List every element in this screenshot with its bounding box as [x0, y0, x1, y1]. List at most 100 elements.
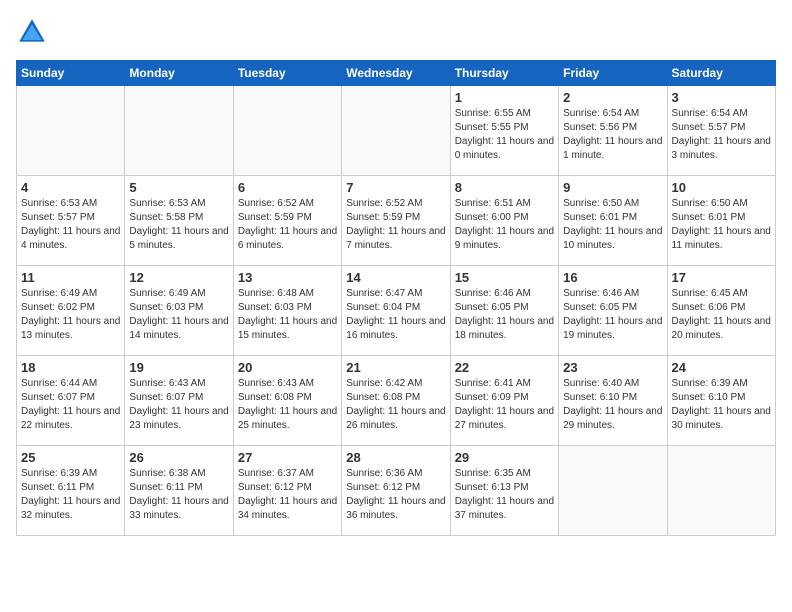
calendar-table: SundayMondayTuesdayWednesdayThursdayFrid…	[16, 60, 776, 536]
calendar-cell	[559, 446, 667, 536]
day-number: 1	[455, 90, 554, 105]
day-number: 14	[346, 270, 445, 285]
day-number: 3	[672, 90, 771, 105]
day-info: Sunrise: 6:48 AM Sunset: 6:03 PM Dayligh…	[238, 287, 337, 343]
day-number: 18	[21, 360, 120, 375]
day-info: Sunrise: 6:47 AM Sunset: 6:04 PM Dayligh…	[346, 287, 445, 343]
day-info: Sunrise: 6:39 AM Sunset: 6:10 PM Dayligh…	[672, 377, 771, 433]
calendar-header-row: SundayMondayTuesdayWednesdayThursdayFrid…	[17, 61, 776, 86]
day-info: Sunrise: 6:42 AM Sunset: 6:08 PM Dayligh…	[346, 377, 445, 433]
weekday-header: Saturday	[667, 61, 775, 86]
day-info: Sunrise: 6:54 AM Sunset: 5:56 PM Dayligh…	[563, 107, 662, 163]
calendar-cell: 26Sunrise: 6:38 AM Sunset: 6:11 PM Dayli…	[125, 446, 233, 536]
day-number: 8	[455, 180, 554, 195]
day-info: Sunrise: 6:39 AM Sunset: 6:11 PM Dayligh…	[21, 467, 120, 523]
day-number: 11	[21, 270, 120, 285]
calendar-cell: 20 Sunrise: 6:43 AM Sunset: 6:08 PM Dayli…	[233, 356, 341, 446]
day-number: 2	[563, 90, 662, 105]
day-info: Sunrise: 6:37 AM Sunset: 6:12 PM Dayligh…	[238, 467, 337, 523]
day-info: Sunrise: 6:40 AM Sunset: 6:10 PM Dayligh…	[563, 377, 662, 433]
day-info: Sunrise: 6:53 AM Sunset: 5:58 PM Dayligh…	[129, 197, 228, 253]
day-info: Sunrise: 6:54 AM Sunset: 5:57 PM Dayligh…	[672, 107, 771, 163]
day-info: Sunrise: 6:45 AM Sunset: 6:06 PM Dayligh…	[672, 287, 771, 343]
day-number: 9	[563, 180, 662, 195]
day-number: 20	[238, 360, 337, 375]
calendar-cell: 17Sunrise: 6:45 AM Sunset: 6:06 PM Dayli…	[667, 266, 775, 356]
calendar-cell: 5 Sunrise: 6:53 AM Sunset: 5:58 PM Daylig…	[125, 176, 233, 266]
day-number: 16	[563, 270, 662, 285]
calendar-cell: 14 Sunrise: 6:47 AM Sunset: 6:04 PM Dayli…	[342, 266, 450, 356]
day-number: 6	[238, 180, 337, 195]
day-number: 13	[238, 270, 337, 285]
day-number: 10	[672, 180, 771, 195]
day-info: Sunrise: 6:50 AM Sunset: 6:01 PM Dayligh…	[563, 197, 662, 253]
day-info: Sunrise: 6:49 AM Sunset: 6:03 PM Dayligh…	[129, 287, 228, 343]
calendar-cell: 10 Sunrise: 6:50 AM Sunset: 6:01 PM Dayli…	[667, 176, 775, 266]
calendar-cell: 13 Sunrise: 6:48 AM Sunset: 6:03 PM Dayli…	[233, 266, 341, 356]
day-info: Sunrise: 6:43 AM Sunset: 6:08 PM Dayligh…	[238, 377, 337, 433]
calendar-cell: 9 Sunrise: 6:50 AM Sunset: 6:01 PM Daylig…	[559, 176, 667, 266]
day-number: 29	[455, 450, 554, 465]
day-number: 27	[238, 450, 337, 465]
calendar-cell: 6 Sunrise: 6:52 AM Sunset: 5:59 PM Daylig…	[233, 176, 341, 266]
weekday-header: Monday	[125, 61, 233, 86]
day-number: 28	[346, 450, 445, 465]
page-header	[16, 16, 776, 48]
calendar-week-row: 4 Sunrise: 6:53 AM Sunset: 5:57 PM Daylig…	[17, 176, 776, 266]
day-number: 15	[455, 270, 554, 285]
day-info: Sunrise: 6:35 AM Sunset: 6:13 PM Dayligh…	[455, 467, 554, 523]
calendar-cell: 15 Sunrise: 6:46 AM Sunset: 6:05 PM Dayli…	[450, 266, 558, 356]
day-number: 22	[455, 360, 554, 375]
calendar-cell: 16 Sunrise: 6:46 AM Sunset: 6:05 PM Dayli…	[559, 266, 667, 356]
calendar-cell: 1 Sunrise: 6:55 AM Sunset: 5:55 PM Daylig…	[450, 86, 558, 176]
day-info: Sunrise: 6:52 AM Sunset: 5:59 PM Dayligh…	[238, 197, 337, 253]
calendar-cell: 27 Sunrise: 6:37 AM Sunset: 6:12 PM Dayli…	[233, 446, 341, 536]
day-info: Sunrise: 6:50 AM Sunset: 6:01 PM Dayligh…	[672, 197, 771, 253]
weekday-header: Wednesday	[342, 61, 450, 86]
calendar-cell: 24 Sunrise: 6:39 AM Sunset: 6:10 PM Dayli…	[667, 356, 775, 446]
calendar-cell	[125, 86, 233, 176]
day-info: Sunrise: 6:43 AM Sunset: 6:07 PM Dayligh…	[129, 377, 228, 433]
day-number: 5	[129, 180, 228, 195]
day-number: 23	[563, 360, 662, 375]
calendar-cell: 4 Sunrise: 6:53 AM Sunset: 5:57 PM Daylig…	[17, 176, 125, 266]
day-number: 4	[21, 180, 120, 195]
day-info: Sunrise: 6:51 AM Sunset: 6:00 PM Dayligh…	[455, 197, 554, 253]
calendar-cell: 2 Sunrise: 6:54 AM Sunset: 5:56 PM Daylig…	[559, 86, 667, 176]
calendar-week-row: 25 Sunrise: 6:39 AM Sunset: 6:11 PM Dayli…	[17, 446, 776, 536]
weekday-header: Sunday	[17, 61, 125, 86]
calendar-week-row: 18 Sunrise: 6:44 AM Sunset: 6:07 PM Dayli…	[17, 356, 776, 446]
day-info: Sunrise: 6:44 AM Sunset: 6:07 PM Dayligh…	[21, 377, 120, 433]
day-info: Sunrise: 6:52 AM Sunset: 5:59 PM Dayligh…	[346, 197, 445, 253]
calendar-cell: 25 Sunrise: 6:39 AM Sunset: 6:11 PM Dayli…	[17, 446, 125, 536]
calendar-cell: 3 Sunrise: 6:54 AM Sunset: 5:57 PM Daylig…	[667, 86, 775, 176]
day-info: Sunrise: 6:49 AM Sunset: 6:02 PM Dayligh…	[21, 287, 120, 343]
day-info: Sunrise: 6:46 AM Sunset: 6:05 PM Dayligh…	[455, 287, 554, 343]
day-info: Sunrise: 6:55 AM Sunset: 5:55 PM Dayligh…	[455, 107, 554, 163]
day-info: Sunrise: 6:53 AM Sunset: 5:57 PM Dayligh…	[21, 197, 120, 253]
calendar-week-row: 1 Sunrise: 6:55 AM Sunset: 5:55 PM Daylig…	[17, 86, 776, 176]
day-info: Sunrise: 6:41 AM Sunset: 6:09 PM Dayligh…	[455, 377, 554, 433]
calendar-cell: 12 Sunrise: 6:49 AM Sunset: 6:03 PM Dayli…	[125, 266, 233, 356]
calendar-cell: 18 Sunrise: 6:44 AM Sunset: 6:07 PM Dayli…	[17, 356, 125, 446]
calendar-cell: 7 Sunrise: 6:52 AM Sunset: 5:59 PM Daylig…	[342, 176, 450, 266]
calendar-cell	[233, 86, 341, 176]
day-number: 21	[346, 360, 445, 375]
day-number: 7	[346, 180, 445, 195]
calendar-cell	[667, 446, 775, 536]
day-number: 25	[21, 450, 120, 465]
day-number: 12	[129, 270, 228, 285]
day-info: Sunrise: 6:36 AM Sunset: 6:12 PM Dayligh…	[346, 467, 445, 523]
day-number: 24	[672, 360, 771, 375]
weekday-header: Friday	[559, 61, 667, 86]
calendar-cell: 8 Sunrise: 6:51 AM Sunset: 6:00 PM Daylig…	[450, 176, 558, 266]
weekday-header: Thursday	[450, 61, 558, 86]
calendar-cell: 28 Sunrise: 6:36 AM Sunset: 6:12 PM Dayli…	[342, 446, 450, 536]
calendar-cell: 11 Sunrise: 6:49 AM Sunset: 6:02 PM Dayli…	[17, 266, 125, 356]
day-number: 19	[129, 360, 228, 375]
day-info: Sunrise: 6:46 AM Sunset: 6:05 PM Dayligh…	[563, 287, 662, 343]
calendar-cell	[342, 86, 450, 176]
calendar-cell: 19 Sunrise: 6:43 AM Sunset: 6:07 PM Dayli…	[125, 356, 233, 446]
calendar-cell: 29 Sunrise: 6:35 AM Sunset: 6:13 PM Dayli…	[450, 446, 558, 536]
day-info: Sunrise: 6:38 AM Sunset: 6:11 PM Dayligh…	[129, 467, 228, 523]
